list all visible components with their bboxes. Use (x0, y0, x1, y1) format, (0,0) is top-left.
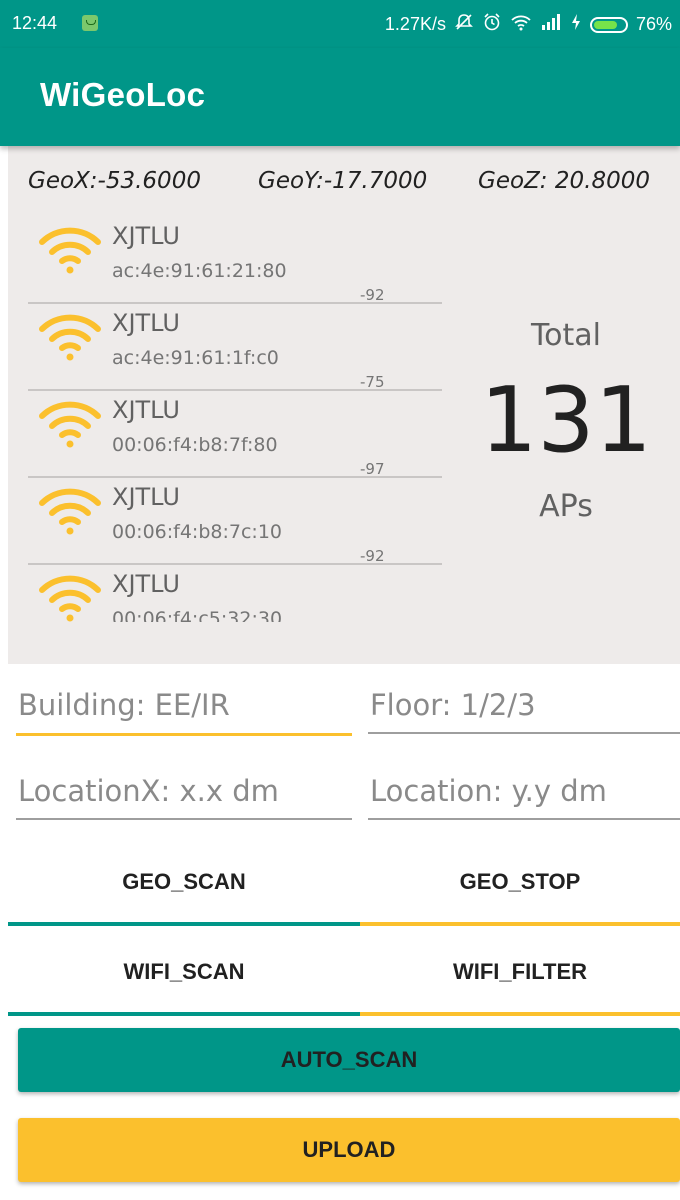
wifi-icon (38, 400, 102, 450)
scan-panel: GeoX:-53.6000 GeoY:-17.7000 GeoZ: 20.800… (8, 146, 680, 664)
ap-ssid: XJTLU (112, 570, 180, 598)
ap-list-item[interactable]: XJTLU 00:06:f4:c5:32:30 (28, 570, 442, 622)
network-speed: 1.27K/s (384, 14, 446, 34)
total-count: 131 (480, 368, 652, 473)
geo-scan-underline (8, 922, 360, 926)
ap-list-item[interactable]: XJTLU 00:06:f4:b8:7f:80 -97 (28, 396, 442, 483)
alarm-icon (482, 12, 502, 37)
ap-bssid: 00:06:f4:c5:32:30 (112, 608, 283, 622)
wifi-icon (510, 12, 532, 37)
total-unit: APs (539, 489, 593, 524)
wifi-scan-button[interactable]: WIFI_SCAN (8, 928, 360, 1016)
geo-stop-underline (360, 922, 680, 926)
geo-x: GeoX:-53.6000 (28, 168, 201, 194)
upload-label: UPLOAD (302, 1137, 396, 1162)
ap-list-item[interactable]: XJTLU ac:4e:91:61:1f:c0 -75 (28, 309, 442, 396)
ap-bssid: ac:4e:91:61:21:80 (112, 260, 287, 282)
building-field[interactable]: Building: EE/IR (16, 688, 352, 736)
charging-icon (570, 13, 582, 36)
floor-field[interactable]: Floor: 1/2/3 (368, 688, 680, 734)
ap-divider (28, 563, 442, 565)
geo-stop-button[interactable]: GEO_STOP (360, 838, 680, 926)
ap-ssid: XJTLU (112, 483, 180, 511)
ap-divider (28, 389, 442, 391)
wifi-filter-label: WIFI_FILTER (452, 959, 588, 984)
building-underline (16, 733, 352, 736)
battery-icon (589, 16, 628, 33)
geo-scan-label: GEO_SCAN (122, 869, 246, 894)
geo-z: GeoZ: 20.8000 (478, 168, 650, 194)
geo-y: GeoY:-17.7000 (258, 168, 428, 194)
wifi-icon (38, 574, 102, 622)
location-y-underline (368, 818, 680, 820)
geo-scan-button[interactable]: GEO_SCAN (8, 838, 360, 926)
ap-ssid: XJTLU (112, 396, 180, 424)
battery-percent: 76% (635, 14, 672, 34)
location-x-placeholder: LocationX: x.x dm (18, 774, 279, 808)
auto-scan-label: AUTO_SCAN (280, 1047, 418, 1072)
ap-divider (28, 476, 442, 478)
ap-bssid: 00:06:f4:b8:7f:80 (112, 434, 278, 456)
wifi-scan-label: WIFI_SCAN (123, 959, 245, 984)
location-y-field[interactable]: Location: y.y dm (368, 774, 680, 820)
ap-ssid: XJTLU (112, 222, 180, 250)
app-notification-icon (82, 15, 98, 31)
geo-stop-label: GEO_STOP (459, 869, 581, 894)
location-x-underline (16, 818, 352, 820)
ap-bssid: 00:06:f4:b8:7c:10 (112, 521, 282, 543)
wifi-filter-underline (360, 1012, 680, 1016)
wifi-icon (38, 313, 102, 363)
ap-ssid: XJTLU (112, 309, 180, 337)
mute-icon (454, 12, 474, 37)
app-title: WiGeoLoc (40, 76, 206, 113)
floor-placeholder: Floor: 1/2/3 (370, 688, 536, 722)
ap-list-item[interactable]: XJTLU 00:06:f4:b8:7c:10 -92 (28, 483, 442, 570)
building-placeholder: Building: EE/IR (18, 688, 230, 722)
status-bar: 12:44 1.27K/s 76% (0, 0, 680, 48)
total-label: Total (530, 318, 602, 353)
location-x-field[interactable]: LocationX: x.x dm (16, 774, 352, 820)
auto-scan-button[interactable]: AUTO_SCAN (18, 1028, 680, 1092)
access-point-list[interactable]: XJTLU ac:4e:91:61:21:80 -92 XJTLU ac:4e:91:6… (28, 222, 442, 622)
signal-icon (540, 13, 562, 36)
ap-list-item[interactable]: XJTLU ac:4e:91:61:21:80 -92 (28, 222, 442, 309)
wifi-icon (38, 226, 102, 276)
location-y-placeholder: Location: y.y dm (370, 774, 607, 808)
status-right-group: 1.27K/s 76% (385, 12, 672, 37)
ap-bssid: ac:4e:91:61:1f:c0 (112, 347, 279, 369)
ap-divider (28, 302, 442, 304)
floor-underline (368, 732, 680, 734)
app-bar: WiGeoLoc (0, 48, 680, 146)
wifi-filter-button[interactable]: WIFI_FILTER (360, 928, 680, 1016)
wifi-scan-underline (8, 1012, 360, 1016)
upload-button[interactable]: UPLOAD (18, 1118, 680, 1182)
wifi-icon (38, 487, 102, 537)
status-time: 12:44 (12, 13, 58, 33)
battery-fill (593, 20, 617, 29)
